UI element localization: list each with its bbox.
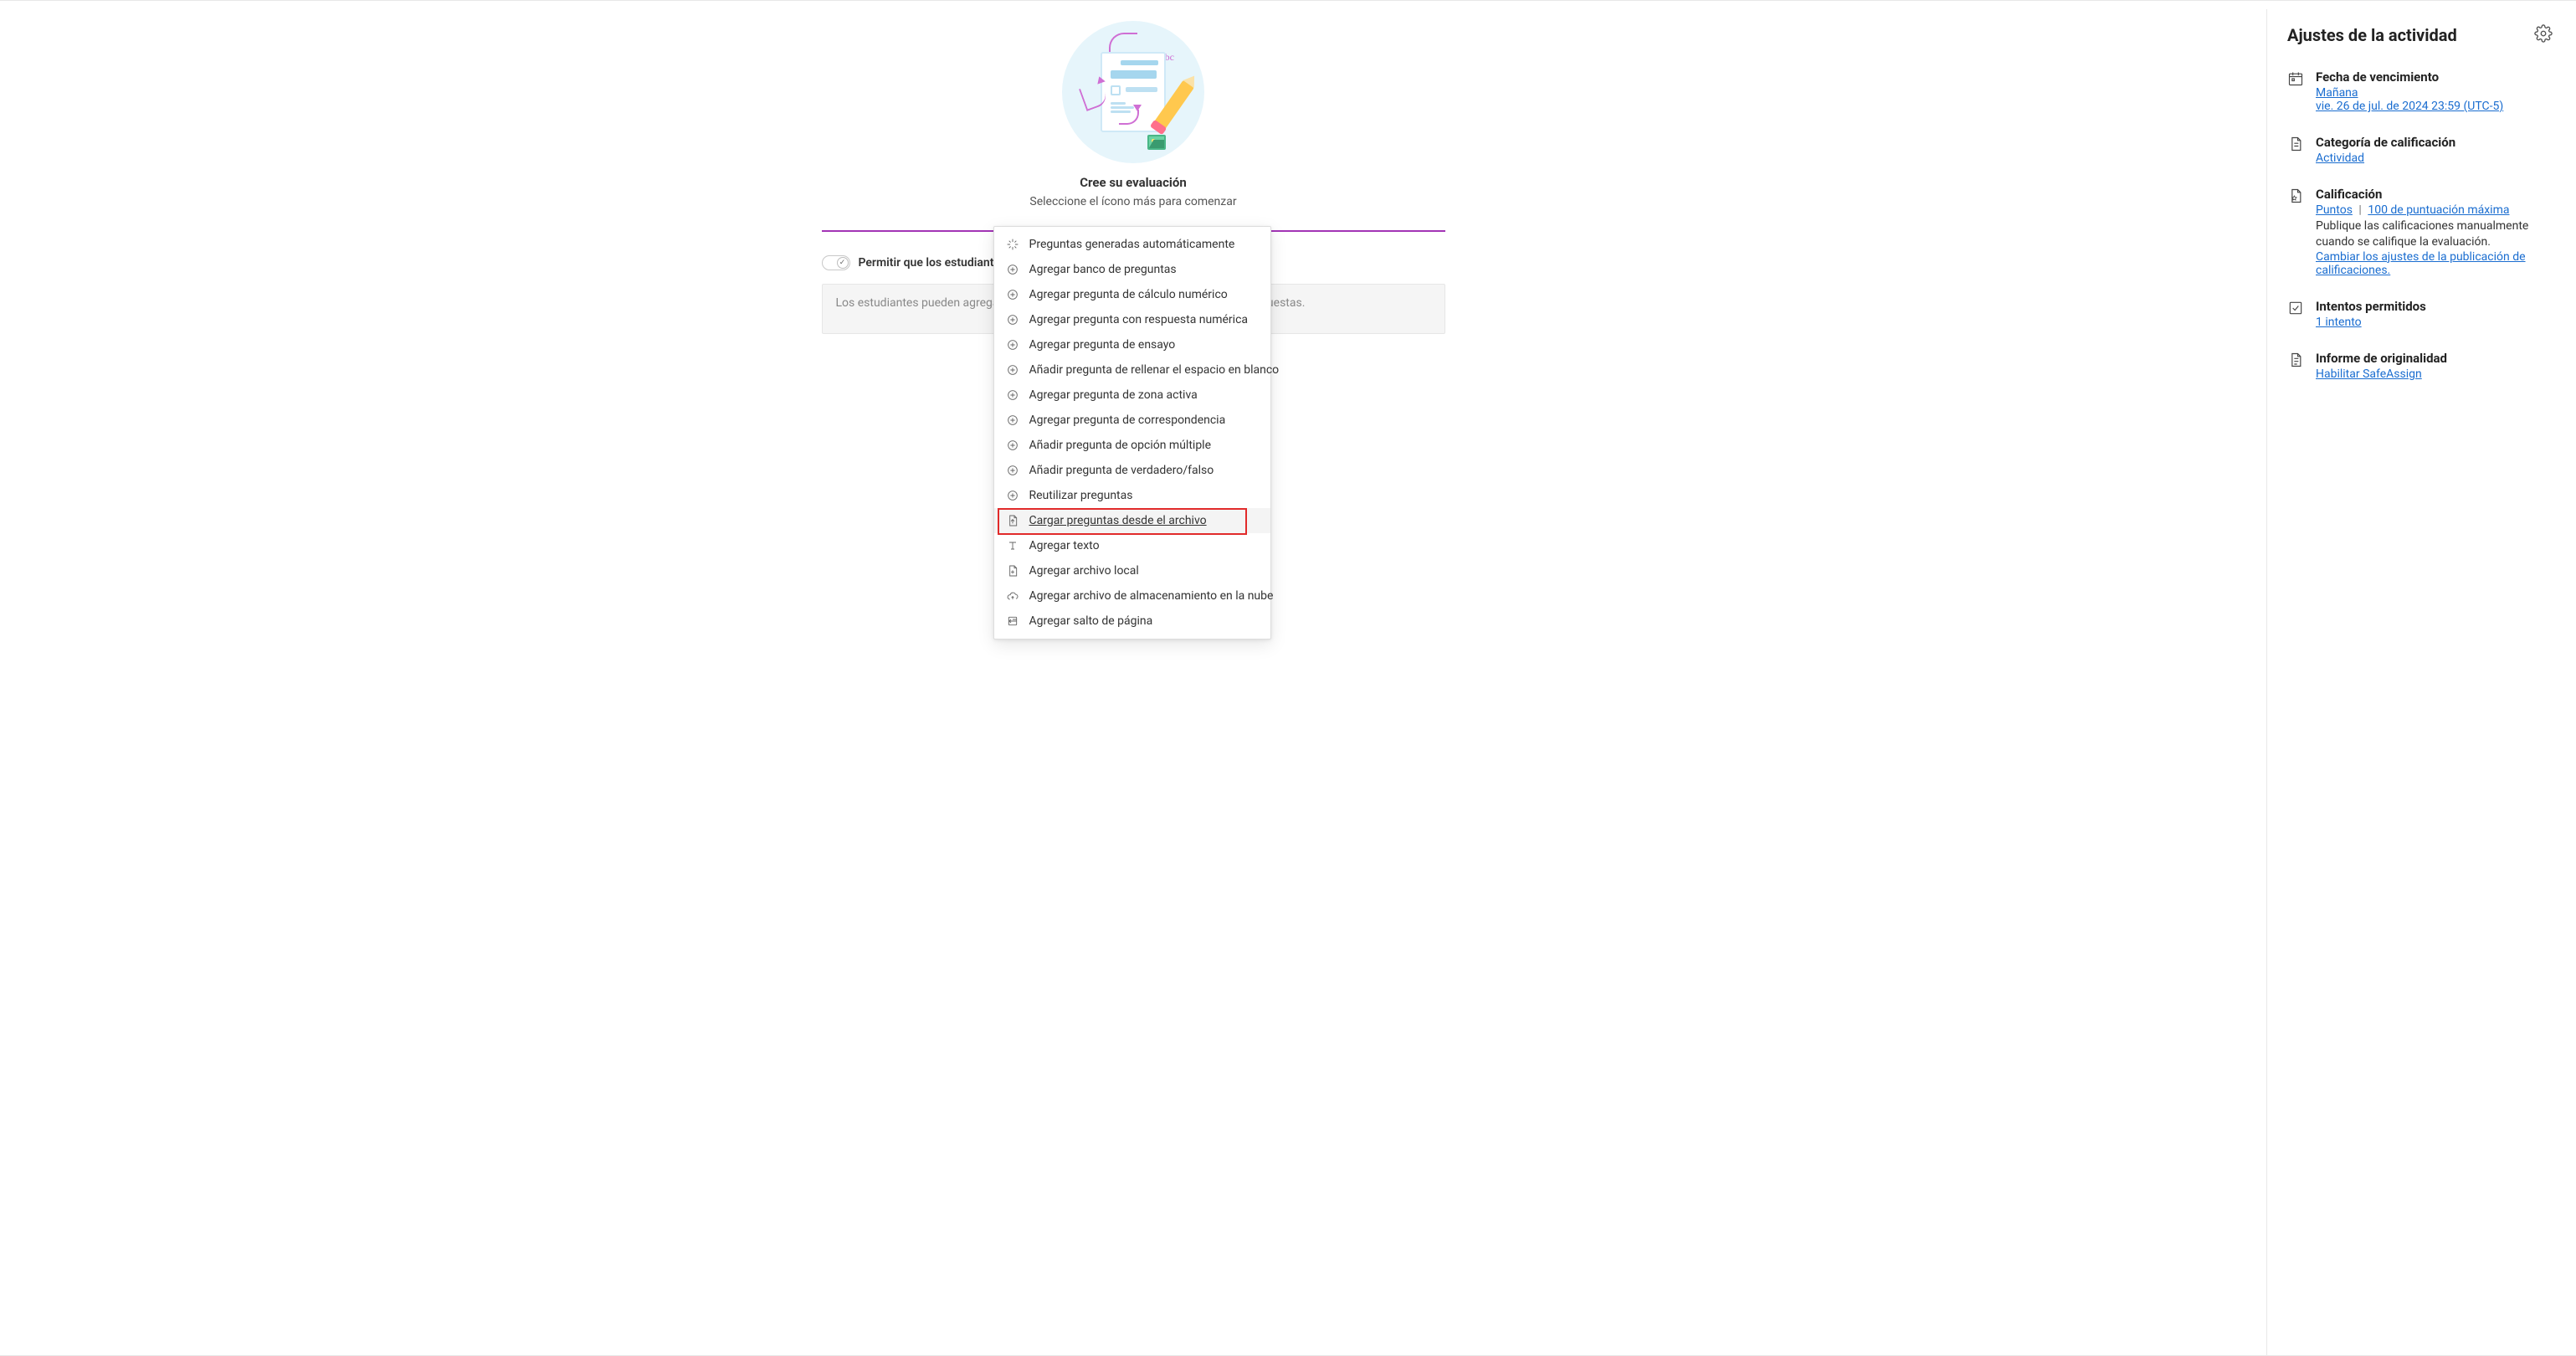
menu-item-multi[interactable]: Añadir pregunta de opción múltiple [994,433,1270,458]
menu-item-pagebreak[interactable]: Agregar salto de página [994,609,1270,634]
menu-item-label: Agregar archivo de almacenamiento en la … [1029,589,1274,603]
attempts-label: Intentos permitidos [2316,299,2553,314]
menu-item-numcalc[interactable]: Agregar pregunta de cálculo numérico [994,282,1270,307]
menu-item-label: Agregar banco de preguntas [1029,263,1177,276]
menu-item-label: Agregar texto [1029,539,1100,552]
cloud-icon [1006,589,1019,603]
menu-item-label: Agregar pregunta de ensayo [1029,338,1176,352]
menu-item-hotspot[interactable]: Agregar pregunta de zona activa [994,383,1270,408]
plus-circle-icon [1006,263,1019,276]
plus-circle-icon [1006,489,1019,502]
menu-item-upload[interactable]: Cargar preguntas desde el archivo [994,508,1270,533]
plus-circle-icon [1006,464,1019,477]
menu-item-fillblank[interactable]: Añadir pregunta de rellenar el espacio e… [994,357,1270,383]
add-question-menu: Preguntas generadas automáticamente Agreg… [993,226,1271,639]
grading-section: Calificación Puntos | 100 de puntuación … [2287,187,2553,277]
content-area: ✓ Permitir que los estudiantes agreguen … [822,230,1445,334]
originality-label: Informe de originalidad [2316,351,2553,366]
menu-item-label: Agregar pregunta con respuesta numérica [1029,313,1249,326]
plus-circle-icon [1006,363,1019,377]
calendar-icon [2287,69,2304,113]
menu-item-tf[interactable]: Añadir pregunta de verdadero/falso [994,458,1270,483]
grading-note: Publique las calificaciones manualmente … [2316,218,2553,250]
gear-icon [2534,24,2553,43]
menu-item-cloudfile[interactable]: Agregar archivo de almacenamiento en la … [994,583,1270,609]
hero-title: Cree su evaluación [1080,175,1187,190]
report-icon [2287,351,2304,381]
grade-category-label: Categoría de calificación [2316,135,2553,150]
menu-item-label: Preguntas generadas automáticamente [1029,238,1235,251]
grading-icon [2287,187,2304,277]
plus-circle-icon [1006,439,1019,452]
plus-circle-icon [1006,413,1019,427]
menu-item-label: Añadir pregunta de verdadero/falso [1029,464,1214,477]
text-icon [1006,539,1019,552]
plus-circle-icon [1006,388,1019,402]
menu-item-bank[interactable]: Agregar banco de preguntas [994,257,1270,282]
due-date-relative-link[interactable]: Mañana [2316,86,2358,100]
plus-circle-icon [1006,288,1019,301]
file-plus-icon [1006,564,1019,578]
originality-section: Informe de originalidad Habilitar SafeAs… [2287,351,2553,381]
page-break-icon [1006,614,1019,628]
menu-item-text[interactable]: Agregar texto [994,533,1270,558]
activity-settings-sidebar: Ajustes de la actividad Fecha de vencimi… [2266,9,2576,1355]
menu-item-label: Agregar pregunta de cálculo numérico [1029,288,1228,301]
document-icon [2287,135,2304,165]
menu-item-label: Cargar preguntas desde el archivo [1029,514,1207,527]
menu-item-match[interactable]: Agregar pregunta de correspondencia [994,408,1270,433]
image-thumb-icon [1147,135,1166,150]
check-icon: ✓ [837,257,849,269]
due-date-section: Fecha de vencimiento Mañana vie. 26 de j… [2287,69,2553,113]
plus-circle-icon [1006,338,1019,352]
menu-item-label: Agregar archivo local [1029,564,1139,578]
plus-circle-icon [1006,313,1019,326]
sparkle-icon [1006,238,1019,251]
hero-illustration: Abc [1062,21,1204,163]
menu-item-localfile[interactable]: Agregar archivo local [994,558,1270,583]
attempts-section: Intentos permitidos 1 intento [2287,299,2553,329]
pipe-separator: | [2358,203,2361,217]
originality-link[interactable]: Habilitar SafeAssign [2316,367,2422,381]
grading-points-link[interactable]: Puntos [2316,203,2353,217]
main-area: Abc Cree su evaluación Seleccione el íco… [0,9,2266,1355]
sidebar-title: Ajustes de la actividad [2287,25,2457,45]
menu-item-label: Agregar salto de página [1029,614,1153,628]
menu-item-label: Agregar pregunta de zona activa [1029,388,1198,402]
attempts-link[interactable]: 1 intento [2316,316,2362,329]
grade-category-link[interactable]: Actividad [2316,152,2364,165]
sidebar-header: Ajustes de la actividad [2287,24,2553,46]
menu-item-auto[interactable]: Preguntas generadas automáticamente [994,232,1270,257]
menu-item-label: Reutilizar preguntas [1029,489,1133,502]
menu-item-reuse[interactable]: Reutilizar preguntas [994,483,1270,508]
grade-category-section: Categoría de calificación Actividad [2287,135,2553,165]
grading-label: Calificación [2316,187,2553,202]
hero-subtitle: Seleccione el ícono más para comenzar [1029,195,1236,208]
menu-item-numresp[interactable]: Agregar pregunta con respuesta numérica [994,307,1270,332]
grading-max-link[interactable]: 100 de puntuación máxima [2368,203,2509,217]
page-root: Abc Cree su evaluación Seleccione el íco… [0,1,2576,1355]
due-date-label: Fecha de vencimiento [2316,69,2553,85]
file-up-icon [1006,514,1019,527]
menu-item-label: Añadir pregunta de rellenar el espacio e… [1029,363,1280,377]
grading-change-link[interactable]: Cambiar los ajustes de la publicación de… [2316,250,2526,277]
menu-item-label: Añadir pregunta de opción múltiple [1029,439,1212,452]
checkbox-icon [2287,299,2304,329]
settings-gear-button[interactable] [2534,24,2553,46]
menu-item-essay[interactable]: Agregar pregunta de ensayo [994,332,1270,357]
menu-item-label: Agregar pregunta de correspondencia [1029,413,1226,427]
allow-students-toggle[interactable]: ✓ [822,255,850,270]
due-date-full-link[interactable]: vie. 26 de jul. de 2024 23:59 (UTC-5) [2316,100,2503,113]
